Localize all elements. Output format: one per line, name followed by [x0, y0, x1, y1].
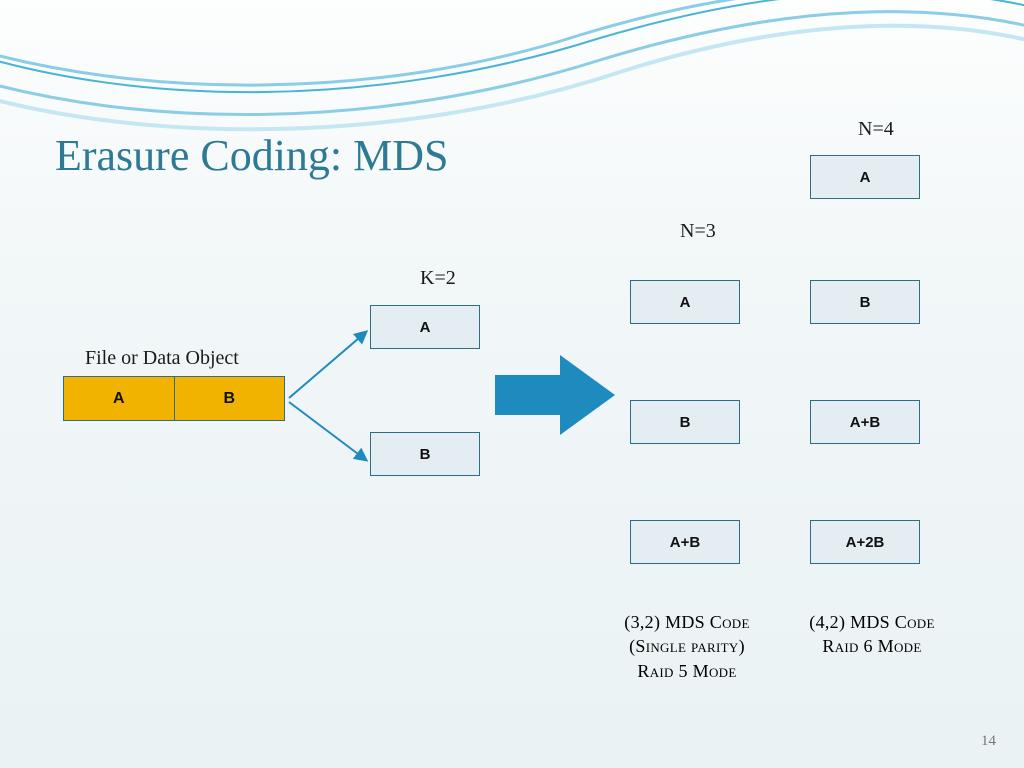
k-label: K=2: [420, 267, 456, 290]
n4-label: N=4: [858, 118, 894, 141]
n4-caption: (4,2) MDS Code Raid 6 Mode: [792, 610, 952, 659]
n3-box-b: B: [630, 400, 740, 444]
n3-caption-line1: (3,2) MDS Code: [602, 610, 772, 634]
k-box-a: A: [370, 305, 480, 349]
n3-caption-line3: Raid 5 Mode: [602, 659, 772, 683]
n4-box-a2b: A+2B: [810, 520, 920, 564]
file-cell-a: A: [64, 377, 175, 420]
file-cell-a-text: A: [113, 390, 125, 408]
file-object-box: A B: [63, 376, 285, 421]
slide: Erasure Coding: MDS File or Data Object …: [0, 0, 1024, 768]
split-arrows: [284, 320, 384, 480]
slide-title: Erasure Coding: MDS: [55, 130, 449, 181]
n3-caption-line2: (Single parity): [602, 634, 772, 658]
n4-box-b: B: [810, 280, 920, 324]
big-arrow-icon: [495, 355, 615, 435]
n3-box-a: A: [630, 280, 740, 324]
n4-caption-line2: Raid 6 Mode: [792, 634, 952, 658]
file-cell-b: B: [175, 377, 285, 420]
k-box-b: B: [370, 432, 480, 476]
n4-box-a: A: [810, 155, 920, 199]
page-number: 14: [981, 733, 996, 750]
file-object-label: File or Data Object: [85, 347, 239, 370]
n3-box-ab: A+B: [630, 520, 740, 564]
file-cell-b-text: B: [223, 390, 235, 408]
n4-caption-line1: (4,2) MDS Code: [792, 610, 952, 634]
n3-caption: (3,2) MDS Code (Single parity) Raid 5 Mo…: [602, 610, 772, 683]
n3-label: N=3: [680, 220, 716, 243]
n4-box-ab: A+B: [810, 400, 920, 444]
